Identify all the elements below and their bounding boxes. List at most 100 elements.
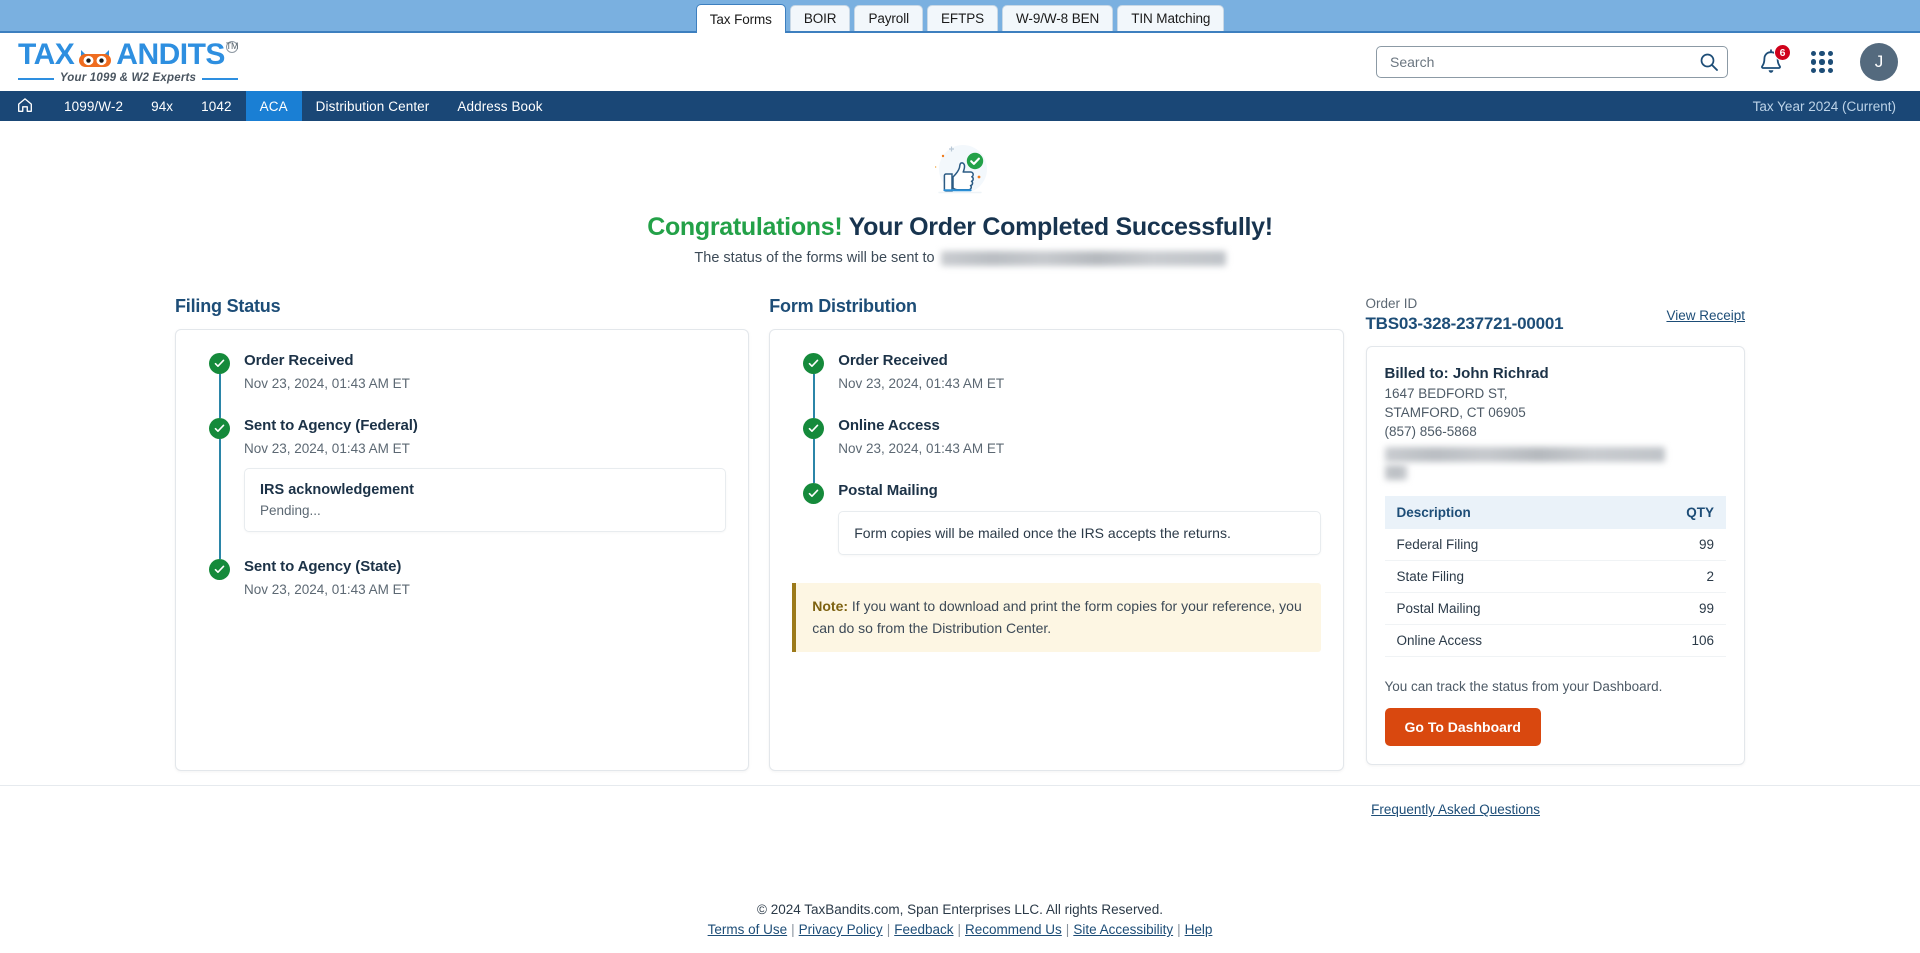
- faq-link[interactable]: Frequently Asked Questions: [1371, 802, 1540, 817]
- table-row: Online Access 106: [1384, 624, 1726, 657]
- order-summary-column: Order ID TBS03-328-237721-00001 View Rec…: [1365, 296, 1745, 765]
- nav-item-distribution-center[interactable]: Distribution Center: [302, 91, 444, 121]
- go-to-dashboard-button[interactable]: Go To Dashboard: [1384, 708, 1541, 746]
- view-receipt-link[interactable]: View Receipt: [1666, 308, 1745, 323]
- step-timestamp: Nov 23, 2024, 01:43 AM ET: [244, 376, 410, 391]
- search-icon[interactable]: [1699, 52, 1719, 72]
- footer-copyright: © 2024 TaxBandits.com, Span Enterprises …: [757, 902, 1163, 917]
- step-complete-check-icon: [803, 418, 825, 439]
- nav-item-1099-w-2[interactable]: 1099/W-2: [50, 91, 137, 121]
- billed-to-name: Billed to: John Richrad: [1384, 365, 1549, 382]
- page-body: Congratulations! Your Order Completed Su…: [0, 121, 1920, 953]
- notification-count-badge: 6: [1774, 44, 1791, 61]
- distribution-note: Note: If you want to download and print …: [792, 583, 1321, 653]
- logo-tagline-row: Your 1099 & W2 Experts: [18, 71, 238, 85]
- browser-tab-payroll[interactable]: Payroll: [854, 5, 924, 31]
- logo-text-tax: TAX: [18, 37, 75, 71]
- order-details-card: Billed to: John Richrad 1647 BEDFORD ST,…: [1365, 346, 1745, 765]
- cell-qty: 99: [1616, 592, 1726, 625]
- footer-separator: |: [957, 922, 962, 937]
- cell-description: State Filing: [1384, 560, 1617, 593]
- billing-phone: (857) 856-5868: [1384, 424, 1477, 439]
- timeline-step: Online Access Nov 23, 2024, 01:43 AM ET: [792, 417, 1320, 483]
- success-hero: Congratulations! Your Order Completed Su…: [0, 121, 1920, 266]
- step-title: Sent to Agency (Federal): [244, 417, 418, 434]
- nav-item-address-book[interactable]: Address Book: [443, 91, 556, 121]
- timeline-connector: [218, 439, 221, 559]
- browser-tab-strip: Tax Forms BOIR Payroll EFTPS W-9/W-8 BEN TIN …: [0, 0, 1920, 33]
- timeline-step: Sent to Agency (Federal) Nov 23, 2024, 01…: [198, 417, 727, 559]
- hero-title-congrats: Congratulations!: [647, 213, 843, 241]
- order-items-head: Description QTY: [1384, 496, 1726, 529]
- note-label: Note:: [812, 598, 849, 614]
- logo-tagline: Your 1099 & W2 Experts: [59, 71, 197, 84]
- home-icon: [16, 96, 34, 117]
- footer-link-site-accessibility[interactable]: Site Accessibility: [1073, 922, 1173, 937]
- footer-links: Terms of Use | Privacy Policy | Feedback | Rec…: [0, 922, 1920, 937]
- tax-year-label: Tax Year 2024 (Current): [1752, 98, 1896, 114]
- cell-description: Postal Mailing: [1384, 592, 1617, 625]
- step-timestamp: Nov 23, 2024, 01:43 AM ET: [244, 582, 410, 597]
- hero-subtitle: The status of the forms will be sent to: [0, 250, 1920, 266]
- order-id-block: Order ID TBS03-328-237721-00001: [1366, 296, 1564, 334]
- step-timestamp: Nov 23, 2024, 01:43 AM ET: [244, 441, 410, 456]
- notifications-bell-icon[interactable]: 6: [1758, 44, 1791, 76]
- search-input[interactable]: [1376, 46, 1728, 78]
- step-complete-check-icon: [803, 483, 825, 504]
- footer-link-terms-of-use[interactable]: Terms of Use: [708, 922, 788, 937]
- step-complete-check-icon: [209, 418, 230, 439]
- hero-title-rest: Your Order Completed Successfully!: [848, 213, 1273, 241]
- footer-link-recommend-us[interactable]: Recommend Us: [965, 922, 1062, 937]
- hero-subtitle-text: The status of the forms will be sent to: [694, 250, 935, 266]
- nav-item-1042[interactable]: 1042: [187, 91, 245, 121]
- table-row: Postal Mailing 99: [1384, 592, 1726, 625]
- nav-home-button[interactable]: [0, 91, 50, 121]
- nav-items-container: 1099/W-2 94x 1042 ACA Distribution Center Add…: [50, 91, 557, 121]
- cell-description: Federal Filing: [1384, 529, 1617, 561]
- order-items-table: Description QTY Federal Filing 99 State Fi…: [1384, 496, 1726, 657]
- footer-link-privacy-policy[interactable]: Privacy Policy: [799, 922, 883, 937]
- browser-tab-tin-matching[interactable]: TIN Matching: [1117, 5, 1225, 31]
- step-detail-status: Pending...: [260, 503, 321, 518]
- billing-address-line2: STAMFORD, CT 06905: [1384, 405, 1526, 420]
- filing-status-timeline: Order Received Nov 23, 2024, 01:43 AM ET S…: [198, 352, 727, 597]
- cell-qty: 2: [1616, 560, 1726, 593]
- step-detail-title: IRS acknowledgement: [260, 482, 414, 498]
- form-distribution-timeline: Order Received Nov 23, 2024, 01:43 AM ET O…: [792, 352, 1321, 555]
- col-qty: QTY: [1616, 496, 1726, 529]
- search-container: [1376, 46, 1728, 78]
- timeline-step: Order Received Nov 23, 2024, 01:43 AM ET: [198, 352, 726, 418]
- trademark-icon: TM: [225, 40, 238, 53]
- browser-tab-w-9-w-8-ben[interactable]: W-9/W-8 BEN: [1002, 5, 1114, 31]
- redacted-email: [940, 250, 1226, 266]
- apps-grid-icon[interactable]: [1810, 50, 1834, 74]
- nav-item-aca[interactable]: ACA: [245, 91, 302, 121]
- step-title: Order Received: [244, 352, 354, 369]
- browser-tab-boir[interactable]: BOIR: [789, 5, 851, 31]
- nav-item-94x[interactable]: 94x: [137, 91, 187, 121]
- step-title: Sent to Agency (State): [244, 558, 402, 575]
- timeline-connector: [812, 439, 816, 483]
- taxbandits-logo[interactable]: TAX ANDITS TM Your 1099 & W2 Experts: [18, 37, 238, 85]
- filing-status-column: Filing Status Order Received Nov 23, 2024…: [175, 296, 750, 771]
- timeline-step: Sent to Agency (State) Nov 23, 2024, 01:4…: [198, 558, 726, 597]
- filing-status-card: Order Received Nov 23, 2024, 01:43 AM ET S…: [175, 329, 750, 771]
- footer-link-feedback[interactable]: Feedback: [894, 922, 953, 937]
- browser-tab-eftps[interactable]: EFTPS: [927, 5, 999, 31]
- redacted-billing-email: [1384, 447, 1727, 480]
- form-distribution-card: Order Received Nov 23, 2024, 01:43 AM ET O…: [769, 329, 1344, 771]
- primary-nav: 1099/W-2 94x 1042 ACA Distribution Center Add…: [0, 91, 1920, 121]
- app-header: TAX ANDITS TM Your 1099 & W2 Experts Sea…: [0, 33, 1920, 91]
- tagline-rule-left: [18, 77, 54, 80]
- filing-status-heading: Filing Status: [175, 296, 281, 316]
- tagline-rule-right: [202, 77, 238, 80]
- footer-link-help[interactable]: Help: [1185, 922, 1213, 937]
- table-row: State Filing 2: [1384, 560, 1726, 593]
- timeline-connector: [218, 374, 221, 418]
- cell-description: Online Access: [1384, 624, 1617, 657]
- step-detail-box: Form copies will be mailed once the IRS …: [838, 511, 1321, 555]
- browser-tab-tax-forms[interactable]: Tax Forms: [695, 4, 786, 33]
- logo-text-bandits: ANDITS: [116, 37, 225, 71]
- user-avatar[interactable]: J: [1860, 43, 1898, 81]
- step-complete-check-icon: [209, 559, 230, 580]
